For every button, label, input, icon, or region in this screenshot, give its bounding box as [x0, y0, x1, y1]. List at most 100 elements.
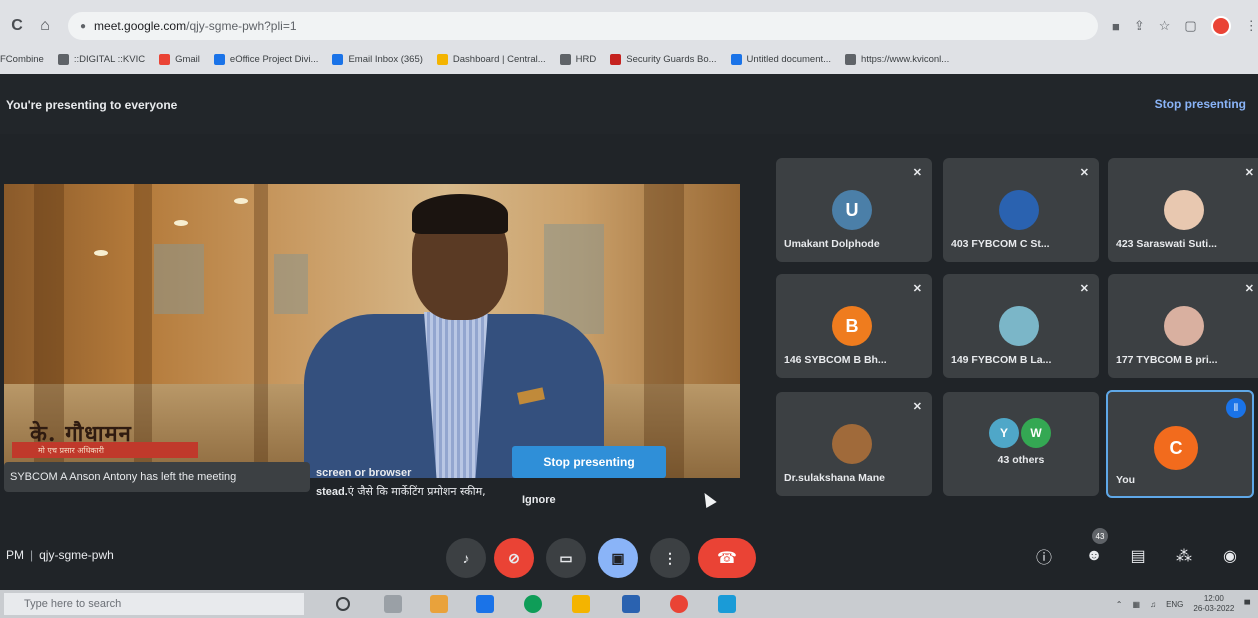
bookmark-label: Security Guards Bo...: [626, 53, 717, 65]
ceiling-light: [234, 198, 248, 204]
participant-tile[interactable]: ✕ Dr.sulakshana Mane: [776, 392, 932, 496]
mic-icon: ♪: [462, 550, 470, 566]
more-icon: ⋮: [663, 549, 677, 566]
stop-presenting-button[interactable]: Stop presenting: [512, 446, 666, 478]
present-button[interactable]: ▣: [598, 538, 638, 578]
info-icon[interactable]: ⓘ: [1032, 544, 1056, 568]
bookmark-label: Email Inbox (365): [348, 53, 423, 65]
bookmark-label: https://www.kviconl...: [861, 53, 950, 65]
notification-icon[interactable]: ▀: [1244, 600, 1250, 609]
store-icon[interactable]: [572, 595, 590, 613]
participant-name: 146 SYBCOM B Bh...: [784, 354, 887, 366]
participant-avatar: Y: [989, 418, 1019, 448]
chat-icon[interactable]: ▤: [1126, 544, 1150, 568]
participant-tile[interactable]: ✕ B 146 SYBCOM B Bh...: [776, 274, 932, 378]
language-indicator[interactable]: ENG: [1166, 600, 1183, 609]
bookmark-label: Gmail: [175, 53, 200, 65]
home-icon[interactable]: ⌂: [34, 15, 56, 37]
speaking-indicator-icon: ⦀: [1226, 398, 1246, 418]
meeting-code: qjy-sgme-pwh: [39, 548, 114, 562]
chrome-icon[interactable]: [670, 595, 688, 613]
self-label: You: [1116, 474, 1136, 486]
file-explorer-icon[interactable]: [430, 595, 448, 613]
participant-name: 423 Saraswati Suti...: [1116, 238, 1217, 250]
app-icon[interactable]: [622, 595, 640, 613]
others-tile[interactable]: Y W 43 others: [943, 392, 1099, 496]
participant-tile[interactable]: ✕ U Umakant Dolphode: [776, 158, 932, 262]
others-count: 43 others: [997, 454, 1045, 466]
url-host: meet.google.com: [94, 19, 187, 33]
bookmark-item[interactable]: HRD: [559, 53, 597, 65]
ceiling-light: [174, 220, 188, 226]
bookmark-item[interactable]: eOffice Project Divi...: [213, 53, 319, 65]
more-options-button[interactable]: ⋮: [650, 538, 690, 578]
menu-icon[interactable]: ⋮: [1245, 18, 1258, 34]
stop-presenting-link[interactable]: Stop presenting: [1155, 97, 1246, 111]
video-window: [274, 254, 308, 314]
search-icon: [213, 53, 225, 65]
mouse-cursor-icon: [699, 489, 717, 509]
bookmark-item[interactable]: ::DIGITAL ::KVIC: [57, 53, 145, 65]
mic-button[interactable]: ♪: [446, 538, 486, 578]
self-tile[interactable]: ⦀ C You: [1106, 390, 1254, 498]
globe-icon: [57, 53, 69, 65]
reload-icon[interactable]: C: [6, 15, 28, 37]
activities-icon[interactable]: ⁂: [1172, 544, 1196, 568]
participant-name: 177 TYBCOM B pri...: [1116, 354, 1218, 366]
edge-icon[interactable]: [524, 595, 542, 613]
sidebar-icon[interactable]: ▢: [1184, 18, 1196, 34]
volume-icon[interactable]: ♫: [1150, 600, 1156, 609]
people-icon[interactable]: ☻: [1082, 544, 1106, 568]
participant-photo: [832, 424, 872, 464]
system-tray: ⌃ ▦ ♫ ENG 12:00 26-03-2022 ▀: [1116, 594, 1250, 614]
leave-call-button[interactable]: ☎: [698, 538, 756, 578]
shield-icon: [610, 53, 622, 65]
address-bar[interactable]: ● meet.google.com /qjy-sgme-pwh?pli=1: [68, 12, 1098, 40]
control-bar: PM | qjy-sgme-pwh ♪ ⊘ ▭ ▣ ⋮ ☎ ⓘ ☻ 43 ▤ ⁂ ◉: [0, 520, 1258, 590]
share-notice-text: screen or browser: [316, 467, 412, 479]
bookmark-label: FCombine: [0, 53, 44, 65]
mic-off-icon: ✕: [1079, 167, 1089, 179]
bookmark-item[interactable]: Email Inbox (365): [332, 53, 423, 65]
star-icon[interactable]: ☆: [1159, 18, 1171, 34]
taskbar-search[interactable]: Type here to search: [4, 593, 304, 615]
camera-button[interactable]: ⊘: [494, 538, 534, 578]
app-icon-2[interactable]: [718, 595, 736, 613]
participant-photo: [1164, 306, 1204, 346]
share-icon[interactable]: ⇪: [1134, 18, 1145, 34]
bookmark-item[interactable]: Gmail: [159, 53, 200, 65]
presentation-video: के. गौधामन मो एच प्रसार अधिकारी: [4, 184, 740, 478]
mic-off-icon: ✕: [912, 283, 922, 295]
bookmark-label: Untitled document...: [746, 53, 832, 65]
host-controls-icon[interactable]: ◉: [1218, 544, 1242, 568]
captions-button[interactable]: ▭: [546, 538, 586, 578]
clock[interactable]: 12:00 26-03-2022: [1193, 594, 1234, 614]
bookmark-item[interactable]: Security Guards Bo...: [610, 53, 717, 65]
mail-icon[interactable]: [476, 595, 494, 613]
self-avatar: C: [1154, 426, 1198, 470]
ignore-button[interactable]: Ignore: [522, 494, 556, 506]
camera-off-icon: ⊘: [508, 549, 520, 566]
bookmark-item[interactable]: https://www.kviconl...: [845, 53, 950, 65]
participant-tile[interactable]: ✕ 177 TYBCOM B pri...: [1108, 274, 1258, 378]
meet-window: You're presenting to everyone Stop prese…: [0, 74, 1258, 590]
bookmark-label: HRD: [575, 53, 597, 65]
participant-tile[interactable]: ✕ 423 Saraswati Suti...: [1108, 158, 1258, 262]
bookmark-label: eOffice Project Divi...: [229, 53, 319, 65]
camera-indicator-icon[interactable]: ■: [1112, 19, 1120, 34]
mic-off-icon: ✕: [1079, 283, 1089, 295]
meeting-time: PM: [6, 548, 24, 562]
gmail-icon: [159, 53, 171, 65]
network-icon[interactable]: ▦: [1133, 600, 1141, 609]
bookmark-item[interactable]: Dashboard | Central...: [436, 53, 546, 65]
profile-avatar[interactable]: [1210, 16, 1231, 36]
task-view-icon[interactable]: [384, 595, 402, 613]
bookmark-item[interactable]: Untitled document...: [730, 53, 832, 65]
chevron-up-icon[interactable]: ⌃: [1116, 600, 1123, 609]
bookmark-item[interactable]: FCombine: [0, 54, 44, 65]
cortana-icon[interactable]: [336, 597, 350, 611]
participant-tile[interactable]: ✕ 403 FYBCOM C St...: [943, 158, 1099, 262]
participant-photo: [1164, 190, 1204, 230]
mail-icon: [332, 53, 344, 65]
participant-tile[interactable]: ✕ 149 FYBCOM B La...: [943, 274, 1099, 378]
